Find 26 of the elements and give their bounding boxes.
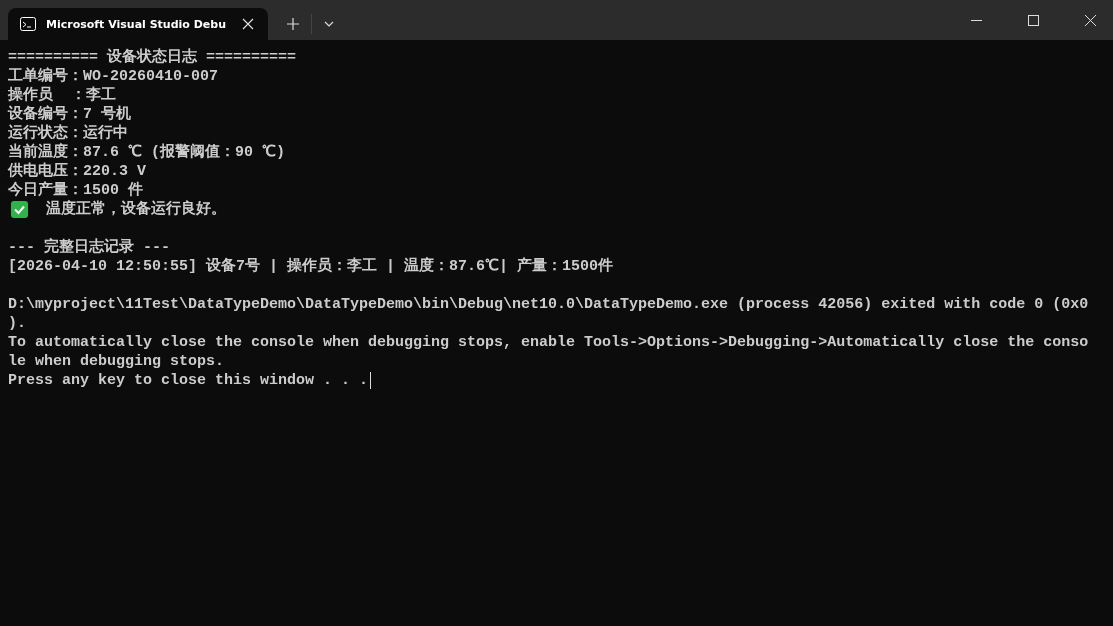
console-line: 运行状态：运行中 <box>8 124 128 143</box>
console-line: Press any key to close this window . . . <box>8 371 369 390</box>
console-line: 当前温度：87.6 ℃ (报警阈值：90 ℃) <box>8 143 286 162</box>
console-line: 工单编号：WO-20260410-007 <box>8 67 219 86</box>
terminal-tab[interactable]: Microsoft Visual Studio Debu <box>8 8 268 40</box>
maximize-icon[interactable] <box>1028 15 1039 26</box>
console-line: ========== 设备状态日志 ========== <box>8 48 297 67</box>
tab-title: Microsoft Visual Studio Debu <box>46 17 228 31</box>
console-icon <box>20 17 36 31</box>
console-line: 今日产量：1500 件 <box>8 181 143 200</box>
console-line: To automatically close the console when debugging stops, enable Tools->Options->Debugging->Automatically close the conso <box>8 333 1089 352</box>
console-line: ). <box>8 314 26 333</box>
console-line: --- 完整日志记录 --- <box>8 238 170 257</box>
console-line: 温度正常，设备运行良好。 <box>46 200 226 219</box>
check-icon <box>11 201 28 218</box>
console-line: [2026-04-10 12:50:55] 设备7号 | 操作员：李工 | 温度：87.6℃| 产量：1500件 <box>8 257 614 276</box>
console-line: D:\myproject\11Test\DataTypeDemo\DataTypeDemo\bin\Debug\net10.0\DataTypeDemo.exe (process 42056) exited with code 0 (0x0 <box>8 295 1089 314</box>
text-cursor <box>370 372 372 389</box>
console-line: 设备编号：7 号机 <box>8 105 131 124</box>
console-line: 操作员 ：李工 <box>8 86 116 105</box>
close-icon[interactable] <box>1085 15 1096 26</box>
close-icon[interactable] <box>242 18 254 30</box>
new-tab-icon[interactable] <box>287 18 299 30</box>
console-line: 供电电压：220.3 V <box>8 162 146 181</box>
dropdown-icon[interactable] <box>324 21 334 27</box>
console-line: le when debugging stops. <box>8 352 225 371</box>
